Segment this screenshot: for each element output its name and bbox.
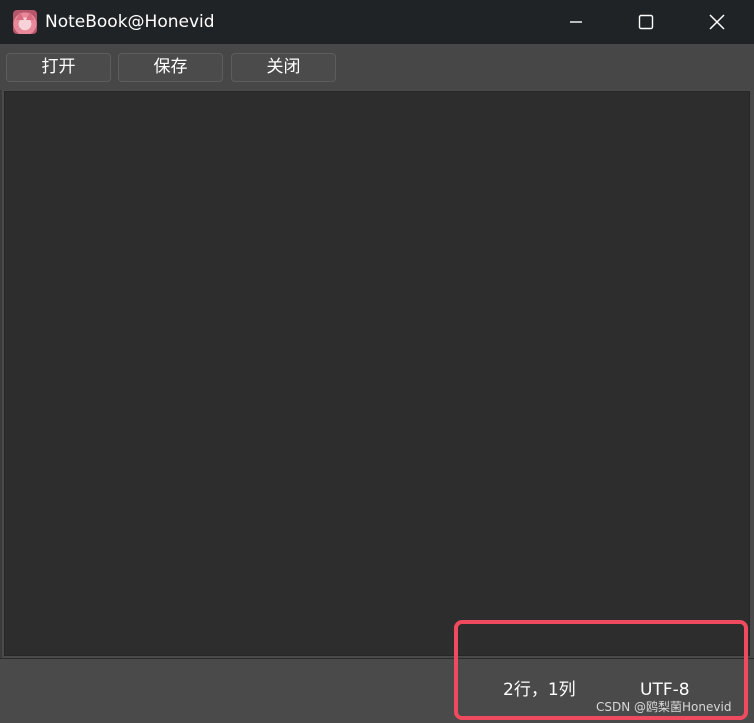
- minimize-button[interactable]: [553, 0, 599, 44]
- toolbar: 打开 保存 关闭: [0, 44, 754, 90]
- maximize-icon: [638, 14, 654, 30]
- close-window-button[interactable]: [694, 0, 740, 44]
- watermark: CSDN @鸥梨菌Honevid: [596, 700, 732, 714]
- save-button[interactable]: 保存: [118, 53, 223, 82]
- text-editor[interactable]: [4, 91, 750, 656]
- close-icon: [709, 14, 725, 30]
- maximize-button[interactable]: [623, 0, 669, 44]
- close-button[interactable]: 关闭: [231, 53, 336, 82]
- window-title: NoteBook@Honevid: [45, 12, 215, 32]
- open-button[interactable]: 打开: [6, 53, 111, 82]
- title-bar[interactable]: NoteBook@Honevid: [0, 0, 754, 44]
- window-edge: [0, 90, 2, 660]
- app-avatar-icon: [13, 10, 37, 34]
- minimize-icon: [570, 21, 582, 23]
